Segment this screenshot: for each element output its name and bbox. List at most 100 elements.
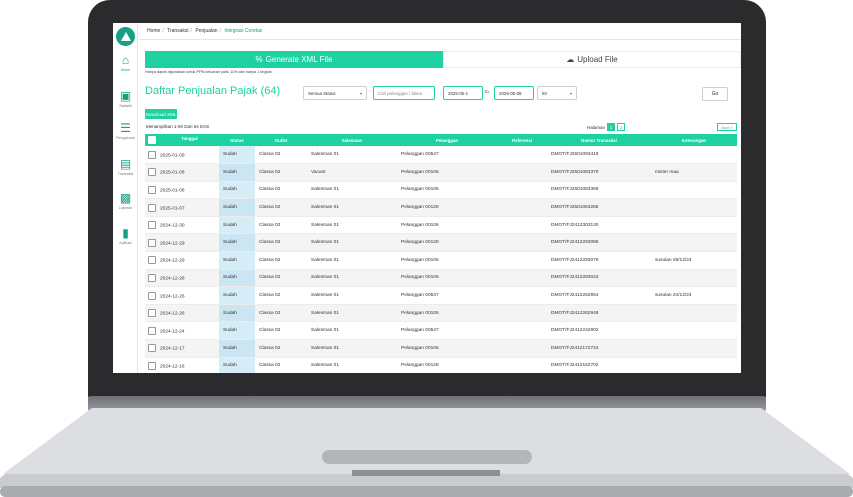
row-checkbox[interactable] [148,273,156,282]
sidebar-item-label: Home [120,68,131,72]
sidebar-item-label: Aplikasi [119,241,132,245]
page-1-button[interactable]: 1 [607,123,616,131]
cell-keterangan [651,146,737,165]
table-row[interactable]: 2025-01-09 Sudah Classa 02 Salesman 01 Pelan… [145,146,737,165]
table-row[interactable]: 2024-12-24 Sudah Classa 02 Salesman 01 Pelan… [145,321,737,341]
cell-pelanggan: Pelanggan 00106 [397,304,497,323]
page-2-button[interactable]: 2 [617,123,626,131]
cell-outlet: Classa 02 [255,251,307,270]
cell-nomor-transaksi: DMOT/FJ2501083370 [547,163,651,182]
cell-keterangan [651,233,737,253]
cell-tanggal: 2024-12-24 [145,321,219,341]
cell-pelanggan: Pelanggan 00106 [397,269,497,288]
sidebar-item-home[interactable]: ⌂ Home [113,53,138,72]
generate-xml-button[interactable]: % Generate XML File [145,51,443,68]
col-outlet[interactable]: Outlet [255,134,307,146]
row-checkbox[interactable] [148,150,156,159]
download-xml-button[interactable]: Download XML [145,109,177,119]
cell-status: Sudah [219,269,255,288]
col-pelanggan[interactable]: Pelanggan [397,134,497,146]
status-select[interactable]: Semua Status ▾ [303,86,367,100]
table-row[interactable]: 2024-12-29 Sudah Classa 02 Salesman 01 Pelan… [145,251,737,270]
sidebar-item-label: Transaksi [117,172,134,176]
cell-status: Sudah [219,251,255,270]
breadcrumb-separator: / [190,28,192,34]
cell-tanggal-text: 2024-12-28 [160,276,185,282]
cell-salesman: Salesman 01 [307,251,397,270]
chevron-down-icon: ▾ [359,90,362,96]
receipt-icon: ▤ [119,157,132,171]
per-page-select[interactable]: 50 ▾ [537,86,577,100]
sidebar-item-aplikasi[interactable]: ▮ Aplikasi [113,226,138,245]
row-checkbox[interactable] [148,203,156,212]
cell-pelanggan: Pelanggan 00547 [397,321,497,341]
cell-pelanggan: Pelanggan 00106 [397,163,497,182]
cell-tanggal: 2024-12-28 [145,269,219,288]
row-checkbox[interactable] [148,256,156,265]
table-row[interactable]: 2025-01-08 Sudah Classa 02 Salesman 01 Pelan… [145,181,737,200]
col-status[interactable]: Status [219,134,255,146]
breadcrumb-transaksi[interactable]: Transaksi [167,28,189,34]
table-header-row: Tanggal Status Outlet Salesman Pelanggan… [145,134,737,146]
cell-salesman: Salesman 01 [307,146,397,165]
row-checkbox[interactable] [148,309,156,318]
sidebar: ⌂ Home ▣ Statistik ☰ Pengaturan ▤ Transa… [113,23,138,373]
table-row[interactable]: 2024-12-26 Sudah Classa 02 Salesman 01 Pelan… [145,304,737,323]
cell-tanggal: 2024-12-29 [145,251,219,270]
breadcrumb-penjualan[interactable]: Penjualan [195,28,217,34]
table-row[interactable]: 2024-12-26 Sudah Classa 02 Salesman 01 Pelan… [145,286,737,305]
cell-nomor-transaksi: DMOT/FJ2412303130 [547,216,651,235]
cell-referensi [497,181,547,200]
status-select-value: Semua Status [308,90,336,96]
cell-tanggal-text: 2025-01-09 [160,152,185,158]
date-from-input[interactable]: 2025-05-1 [443,86,483,100]
table-row[interactable]: 2024-12-30 Sudah Classa 02 Salesman 01 Pelan… [145,216,737,235]
cell-tanggal-text: 2024-12-29 [160,241,185,247]
row-checkbox[interactable] [148,185,156,194]
row-checkbox[interactable] [148,238,156,247]
cell-salesman: Salesman 01 [307,216,397,235]
go-button[interactable]: Go [702,87,728,101]
cell-outlet: Classa 02 [255,198,307,217]
row-checkbox[interactable] [148,344,156,353]
sidebar-item-transaksi[interactable]: ▤ Transaksi [113,157,138,176]
table-row[interactable]: 2024-12-28 Sudah Classa 02 Salesman 01 Pelan… [145,269,737,288]
sidebar-item-laporan[interactable]: ▩ Laporan [113,191,138,210]
breadcrumb-home[interactable]: Home [147,28,160,34]
table-row[interactable]: 2024-12-17 Sudah Classa 02 Salesman 01 Pelan… [145,339,737,358]
next-page-button[interactable]: Next » [717,123,737,131]
cell-keterangan [651,304,737,323]
date-to-input[interactable]: 2025-05-08 [494,86,534,100]
cell-tanggal-text: 2024-12-24 [160,329,185,334]
sidebar-item-statistik[interactable]: ▣ Statistik [113,89,138,108]
col-keterangan[interactable]: Keterangan [651,134,737,146]
home-icon: ⌂ [121,53,130,67]
row-checkbox[interactable] [148,221,156,230]
row-checkbox[interactable] [148,361,156,370]
table-row[interactable]: 2025-01-08 Sudah Classa 02 Vacant Pelanggan … [145,163,737,182]
col-nomor-transaksi[interactable]: Nomor Transaksi [547,134,651,146]
col-salesman[interactable]: Salesman [307,134,397,146]
search-input[interactable]: Cari pelanggan / faktur [373,86,435,100]
cell-referensi [497,321,547,341]
cell-tanggal: 2024-12-26 [145,286,219,305]
row-checkbox[interactable] [148,168,156,177]
table-row[interactable]: 2025-01-07 Sudah Classa 02 Salesman 01 Pelan… [145,198,737,217]
row-checkbox[interactable] [148,291,156,300]
clipboard-icon: ▩ [119,191,132,205]
sidebar-item-pengaturan[interactable]: ☰ Pengaturan [113,121,138,140]
select-all-checkbox[interactable] [148,136,156,144]
col-tanggal-label: Tanggal [181,136,198,141]
cell-status: Sudah [219,163,255,182]
row-checkbox[interactable] [148,326,156,335]
col-tanggal[interactable]: Tanggal [145,134,219,146]
cell-tanggal: 2025-01-08 [145,181,219,200]
app-logo[interactable] [116,27,135,46]
table-row[interactable]: 2024-12-16 Sudah Classa 02 Salesman 01 Pelan… [145,357,737,373]
upload-file-button[interactable]: ☁ Upload File [443,51,741,68]
cell-nomor-transaksi: DMOT/FJ2501063266 [547,198,651,217]
table-row[interactable]: 2024-12-29 Sudah Classa 02 Salesman 01 Pelan… [145,233,737,253]
cell-keterangan [651,339,737,358]
col-referensi[interactable]: Referensi [497,134,547,146]
cell-tanggal-text: 2024-12-16 [160,364,185,370]
